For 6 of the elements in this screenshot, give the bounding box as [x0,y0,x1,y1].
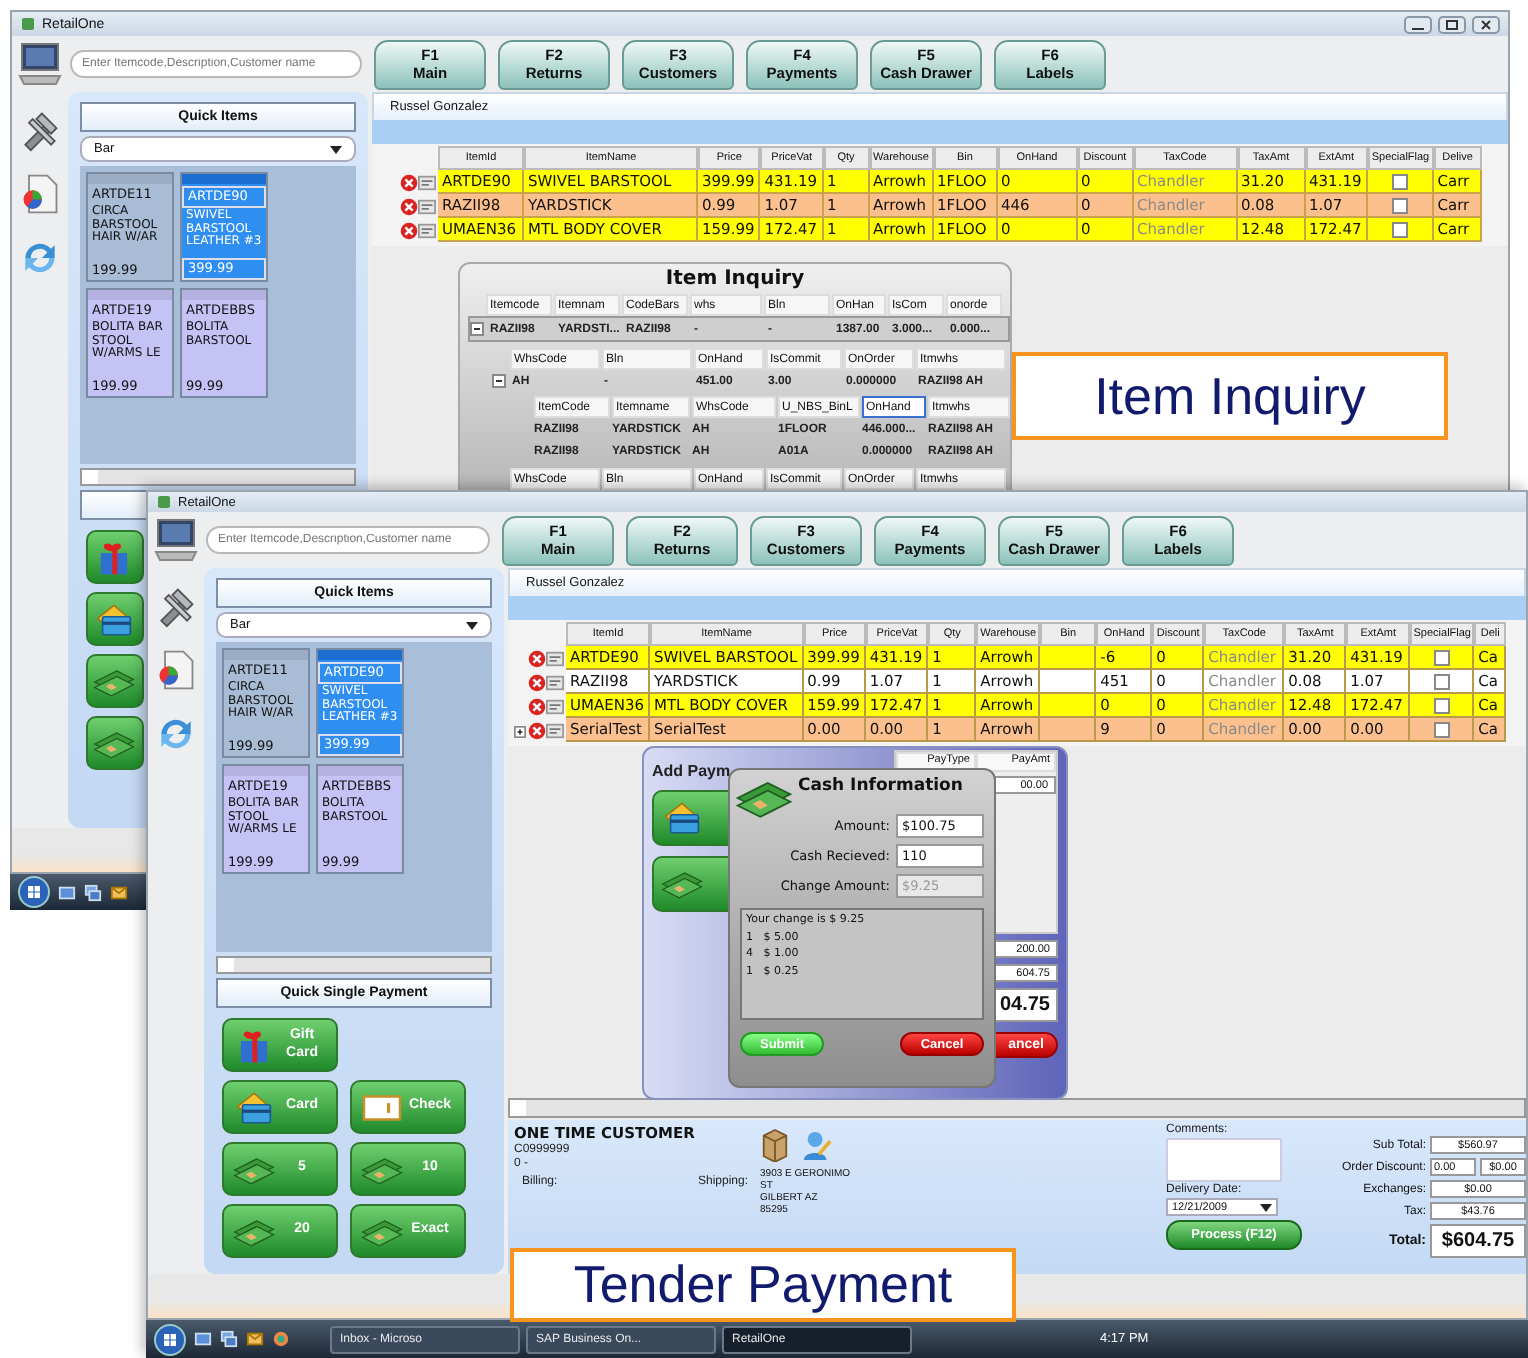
callout-label: Tender Payment [510,1248,1016,1322]
dialog-title: Cash Information [798,776,963,796]
callout-label: Item Inquiry [1012,352,1448,440]
dialog-title: Add Paym [652,762,733,780]
dialog-title: Item Inquiry [663,268,807,290]
total-field: $604.75 [1430,1224,1526,1258]
